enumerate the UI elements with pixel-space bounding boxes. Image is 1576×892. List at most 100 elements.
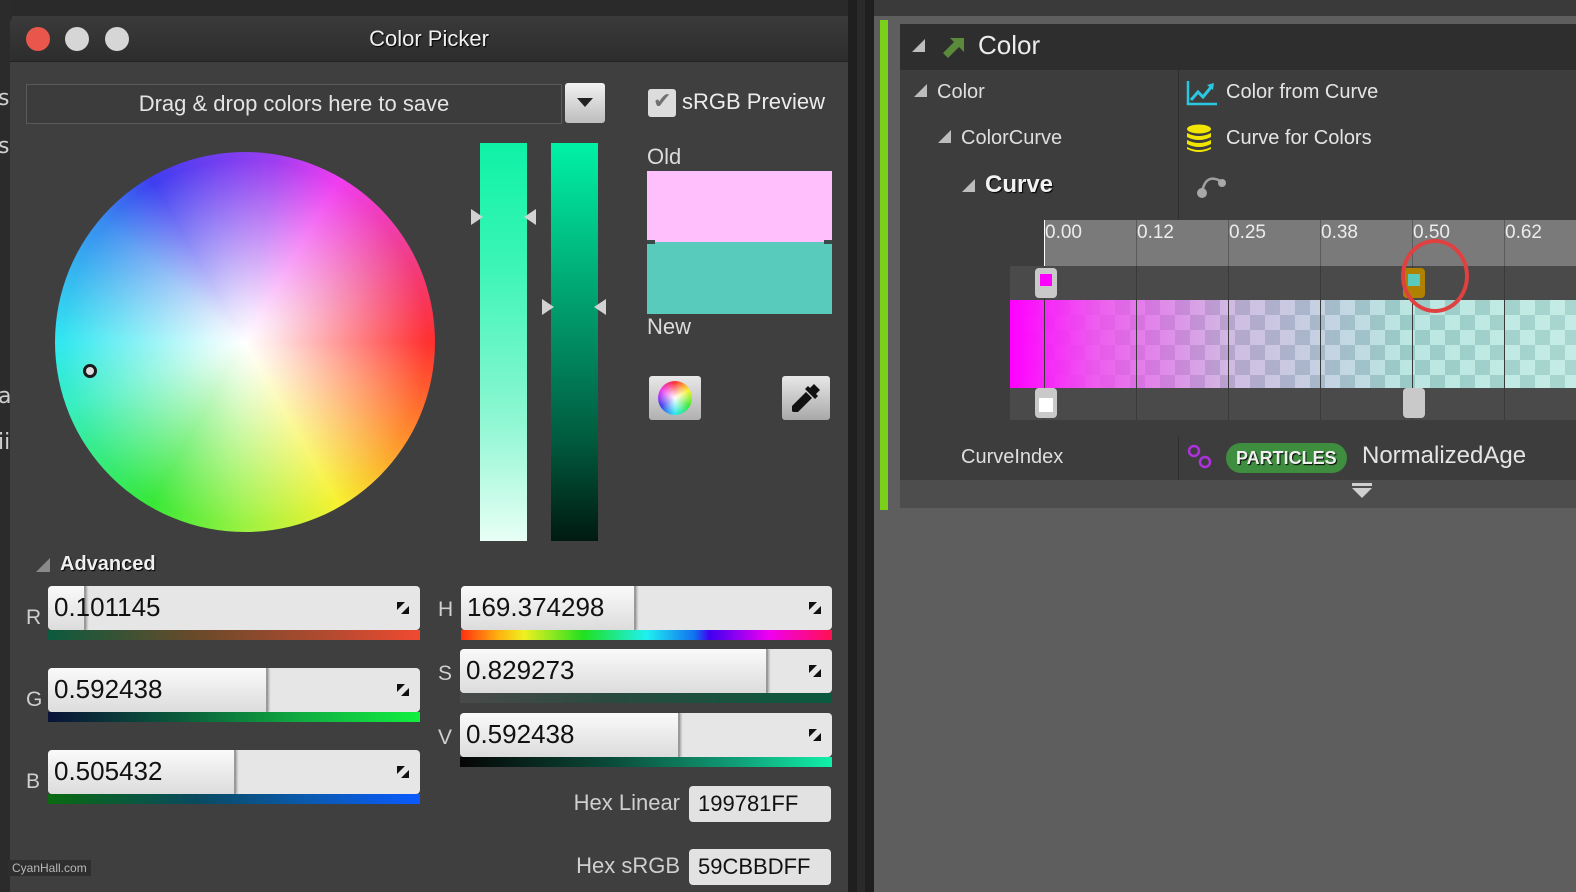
hex-linear-input[interactable]: 199781FF [689,786,831,822]
section-header[interactable]: Color [900,24,1576,70]
particles-namespace-badge: PARTICLES [1226,443,1347,473]
b-channel-input[interactable]: 0.505432 [48,750,420,794]
chart-line-icon [1186,81,1217,106]
resize-arrows-icon [809,729,821,741]
color-wheel[interactable] [55,152,435,532]
hex-srgb-input[interactable]: 59CBBDFF [689,849,831,885]
saturation-slider-arrow-right[interactable] [524,209,536,225]
s-channel-input[interactable]: 0.829273 [460,649,832,693]
track-gridline [1136,266,1137,420]
curve-timeline-ruler[interactable] [1044,220,1576,266]
details-panel: Color Color Color from Curve ColorCurve … [874,0,1576,892]
timeline-tick-label: 0.62 [1505,222,1542,243]
column-divider [1178,436,1179,480]
color-key-swatch [1040,274,1052,286]
advanced-collapse-icon[interactable] [36,558,50,572]
color-module-section: Color Color Color from Curve ColorCurve … [900,24,1576,508]
color-wheel-cursor[interactable] [83,364,97,378]
g-channel-label: G [26,688,43,711]
eyedropper-icon [792,384,820,412]
timeline-tick-label: 0.00 [1045,222,1082,243]
hex-linear-label: Hex Linear [573,790,680,815]
background-text-fragment: ii [0,430,11,455]
value-slider-arrow-left[interactable] [542,299,554,315]
property-label-curveindex: CurveIndex [961,446,1064,468]
background-top-strip [0,0,850,16]
new-color-swatch [647,242,832,314]
s-channel-value: 0.829273 [466,655,575,685]
section-footer [900,480,1576,508]
r-channel-value: 0.101145 [54,592,161,622]
value-slider-arrow-right[interactable] [594,299,606,315]
collapse-triangle-icon[interactable] [962,179,975,192]
collapse-triangle-icon[interactable] [914,84,927,97]
module-enabled-indicator [880,20,888,510]
h-channel-value: 169.374298 [467,592,605,622]
alpha-key[interactable] [1035,388,1057,418]
timeline-tick-label: 0.12 [1137,222,1174,243]
srgb-preview-checkbox[interactable]: ✔ [648,89,676,117]
splitter-handle[interactable] [857,0,865,892]
new-color-label: New [647,314,692,339]
swatch-divider-tick [647,240,655,244]
module-arrow-icon [943,38,964,58]
link-icon[interactable] [1187,444,1213,470]
expand-advanced-icon[interactable] [1352,488,1372,498]
color-gradient-preview[interactable] [1010,300,1576,388]
alpha-key[interactable] [1403,388,1425,418]
curveindex-value[interactable]: NormalizedAge [1362,442,1526,470]
r-channel-label: R [26,606,42,629]
b-channel-label: B [26,770,41,793]
panel-splitter[interactable] [848,0,874,892]
g-channel-input[interactable]: 0.592438 [48,668,420,712]
collapse-triangle-icon[interactable] [938,130,951,143]
h-channel-label: H [438,598,454,621]
resize-arrows-icon [397,602,409,614]
color-picker-window: Color Picker Drag & drop colors here to … [10,16,848,892]
h-channel-input[interactable]: 169.374298 [461,586,832,630]
g-gradient-strip [48,712,420,722]
old-color-swatch[interactable] [647,171,832,242]
timeline-tick-label: 0.25 [1229,222,1266,243]
property-value-color[interactable]: Color from Curve [1226,81,1378,104]
r-channel-input[interactable]: 0.101145 [48,586,420,630]
s-gradient-strip [460,693,832,703]
color-save-dropzone[interactable]: Drag & drop colors here to save [26,84,562,124]
timeline-tick-label: 0.38 [1321,222,1358,243]
old-color-label: Old [647,144,682,169]
g-channel-value: 0.592438 [54,674,163,704]
color-key[interactable] [1035,268,1057,298]
property-label-color: Color [937,81,985,103]
v-channel-value: 0.592438 [466,719,575,749]
h-gradient-strip [461,630,832,640]
expand-advanced-bar[interactable] [1352,483,1372,486]
property-label-curve: Curve [985,171,1054,198]
title-bar[interactable]: Color Picker [10,16,848,62]
v-channel-label: V [438,726,453,749]
r-gradient-strip [48,630,420,640]
property-label-colorcurve: ColorCurve [961,127,1063,149]
property-value-colorcurve[interactable]: Curve for Colors [1226,127,1372,150]
collapse-triangle-icon[interactable] [912,39,925,52]
chevron-down-icon [577,98,593,107]
alpha-key-swatch [1039,398,1053,412]
curve-edit-icon[interactable] [1196,168,1230,200]
advanced-section-label[interactable]: Advanced [60,553,156,576]
value-slider-bar[interactable] [551,143,598,541]
database-stack-icon [1187,124,1211,152]
resize-arrows-icon [809,602,821,614]
saturation-slider-bar[interactable] [480,143,527,541]
b-gradient-strip [48,794,420,804]
saved-colors-dropdown-button[interactable] [565,83,605,123]
eyedropper-button[interactable] [782,376,830,420]
v-channel-input[interactable]: 0.592438 [460,713,832,757]
window-title: Color Picker [369,26,489,51]
b-channel-value: 0.505432 [54,756,163,786]
srgb-preview-label: sRGB Preview [682,89,826,114]
color-wheel-toggle-button[interactable] [649,376,701,420]
track-gridline [1504,266,1505,420]
resize-arrows-icon [397,684,409,696]
background-text-fragment: s [0,86,10,111]
saturation-slider-arrow-left[interactable] [471,209,483,225]
selected-key-highlight-circle [1401,239,1469,313]
